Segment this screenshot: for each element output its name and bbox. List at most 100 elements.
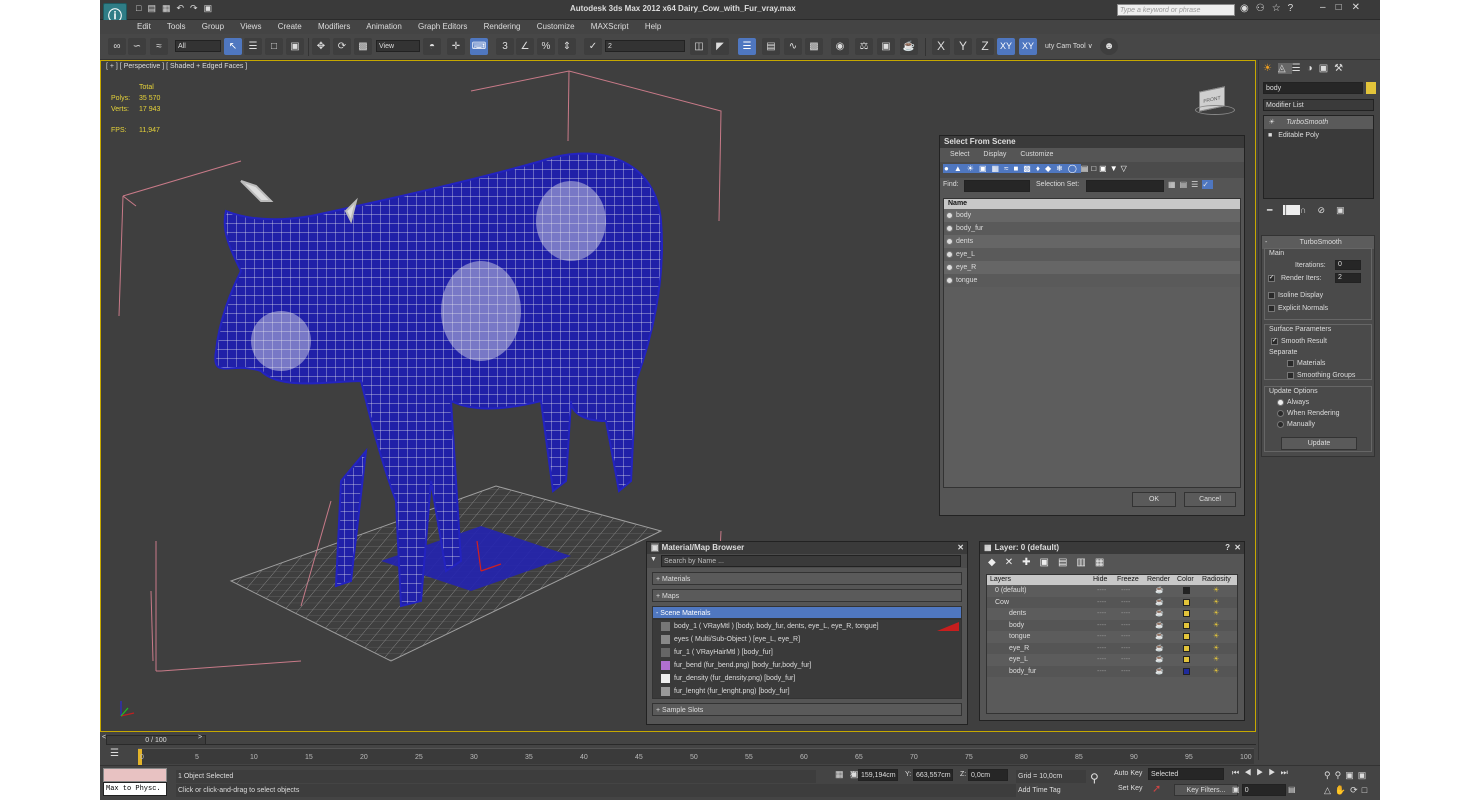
object-row-body-fur[interactable]: body_fur	[944, 222, 1240, 235]
minimize-icon[interactable]: –	[1320, 2, 1336, 13]
isoline-checkbox[interactable]	[1268, 291, 1275, 299]
object-color-swatch[interactable]	[1366, 82, 1376, 94]
remove-modifier-icon[interactable]: ⊘	[1318, 205, 1337, 215]
menu-animation[interactable]: Animation	[366, 22, 402, 31]
select-object-icon[interactable]: ↖	[224, 38, 242, 55]
material-item-fur1[interactable]: fur_1 ( VRayHairMtl ) [body_fur]	[661, 646, 961, 659]
menu-customize[interactable]: Customize	[537, 22, 575, 31]
when-rendering-radio[interactable]	[1277, 409, 1284, 417]
freeze-toggle[interactable]: ----	[1121, 585, 1130, 597]
funnel-options-icon[interactable]: ▽	[1121, 164, 1130, 173]
filter-xrefs-icon[interactable]: ▩	[1022, 164, 1035, 173]
window-crossing-icon[interactable]: ▣	[286, 38, 304, 55]
render-teapot-icon[interactable]: ☕	[1155, 608, 1164, 620]
selection-filter-dropdown[interactable]: All	[175, 40, 221, 52]
save-icon[interactable]: ▦	[162, 3, 177, 13]
move-icon[interactable]: ✥	[312, 38, 330, 55]
align-icon[interactable]: ◤	[711, 38, 729, 55]
menu-create[interactable]: Create	[278, 22, 302, 31]
maximize-icon[interactable]: □	[1336, 2, 1352, 13]
rotate-icon[interactable]: ⟳	[333, 38, 351, 55]
sync-selection-icon[interactable]: ✓	[1202, 180, 1213, 189]
perspective-viewport[interactable]: [ + ] [ Perspective ] [ Shaded + Edged F…	[100, 60, 1256, 732]
select-scene-menu-customize[interactable]: Customize	[1020, 151, 1053, 158]
render-teapot-icon[interactable]: ☕	[1155, 643, 1164, 655]
axis-y-button[interactable]: Y	[954, 38, 972, 55]
hide-all-icon[interactable]: ▥	[1076, 557, 1094, 568]
layer-color-swatch[interactable]	[1183, 610, 1190, 617]
materials-section[interactable]: + Materials	[652, 572, 962, 585]
layer-row[interactable]: body ---- ---- ☕ ☀	[987, 619, 1237, 631]
motion-tab-icon[interactable]: ◑	[1307, 63, 1319, 74]
percent-snap-icon[interactable]: %	[537, 38, 555, 55]
filter-hidden-icon[interactable]: ◯	[1066, 164, 1081, 173]
render-production-icon[interactable]: ☕	[900, 38, 918, 55]
close-icon[interactable]: ✕	[1234, 542, 1241, 554]
close-icon[interactable]: ✕	[1352, 2, 1370, 13]
edit-named-sel-icon[interactable]: ✓	[584, 38, 602, 55]
render-setup-icon[interactable]: ⚖	[855, 38, 873, 55]
col-hide[interactable]: Hide	[1093, 575, 1107, 585]
hide-toggle[interactable]: ----	[1097, 597, 1106, 609]
maximize-viewport-icon[interactable]: □	[1362, 785, 1371, 795]
menu-maxscript[interactable]: MAXScript	[591, 22, 629, 31]
make-unique-icon[interactable]: ∩	[1300, 205, 1317, 215]
col-radiosity[interactable]: Radiosity	[1202, 575, 1231, 585]
object-list-header[interactable]: Name	[944, 199, 1240, 209]
render-teapot-icon[interactable]: ☕	[1155, 631, 1164, 643]
extra-toolbar-label[interactable]: uty Cam Tool ∨	[1045, 42, 1093, 50]
modifier-list-dropdown[interactable]: Modifier List	[1263, 99, 1374, 111]
maxscript-mini-listener[interactable]	[103, 768, 167, 782]
goto-start-icon[interactable]: ⏮	[1232, 768, 1244, 777]
key-mode-toggle-icon[interactable]: ▣	[1232, 785, 1240, 794]
slider-next-icon[interactable]: >	[198, 734, 202, 741]
render-iters-checkbox[interactable]: ✓	[1268, 274, 1275, 282]
scale-icon[interactable]: ▩	[354, 38, 372, 55]
render-teapot-icon[interactable]: ☕	[1155, 666, 1164, 678]
highlight-layer-icon[interactable]: ▤	[1058, 557, 1076, 568]
maxscript-input[interactable]: Max to Physc.	[103, 782, 167, 796]
curve-editor-mini-icon[interactable]: ☰	[110, 748, 119, 759]
sort-icon[interactable]: ▦	[1168, 180, 1180, 189]
configure-sets-icon[interactable]: ▣	[1336, 205, 1356, 215]
curve-editor-icon[interactable]: ∿	[784, 38, 802, 55]
freeze-toggle[interactable]: ----	[1121, 631, 1130, 643]
ok-button[interactable]: OK	[1132, 492, 1176, 507]
menu-edit[interactable]: Edit	[137, 22, 151, 31]
select-scene-menu-select[interactable]: Select	[950, 151, 969, 158]
menu-group[interactable]: Group	[202, 22, 224, 31]
select-scene-menu-display[interactable]: Display	[983, 151, 1006, 158]
viewcube[interactable]: FRONT	[1195, 85, 1235, 115]
axis-xy-button[interactable]: XY	[997, 38, 1015, 55]
layer-color-swatch[interactable]	[1183, 621, 1190, 629]
materials-checkbox[interactable]	[1287, 359, 1294, 367]
layer-help-icon[interactable]: ?	[1225, 542, 1230, 554]
freeze-all-icon[interactable]: ▦	[1095, 557, 1113, 568]
select-in-layer-icon[interactable]: ▣	[1039, 557, 1057, 568]
y-coord-field[interactable]: 663,557cm	[913, 769, 953, 781]
axis-z-button[interactable]: Z	[976, 38, 994, 55]
hide-toggle[interactable]: ----	[1097, 585, 1106, 597]
hold-icon[interactable]: ▣	[204, 3, 219, 13]
schematic-view-icon[interactable]: ▩	[805, 38, 823, 55]
radiosity-icon[interactable]: ☀	[1213, 585, 1219, 597]
stack-turbosmooth[interactable]: ☀ TurboSmooth	[1264, 116, 1373, 129]
select-invert-icon[interactable]: ▣	[1099, 164, 1110, 173]
expand-icon[interactable]: ■	[1268, 132, 1272, 139]
hide-toggle[interactable]: ----	[1097, 608, 1106, 620]
radiosity-icon[interactable]: ☀	[1213, 643, 1219, 655]
select-none-icon[interactable]: □	[1091, 164, 1099, 173]
col-freeze[interactable]: Freeze	[1117, 575, 1139, 585]
filter-shapes-icon[interactable]: ▲	[952, 164, 966, 173]
layer-color-swatch[interactable]	[1183, 587, 1190, 594]
freeze-toggle[interactable]: ----	[1121, 597, 1130, 609]
hierarchy-tab-icon[interactable]: ☰	[1292, 63, 1307, 74]
layer-row[interactable]: Cow ---- ---- ☕ ☀	[987, 596, 1237, 609]
key-filters-button[interactable]: Key Filters...	[1174, 784, 1238, 796]
funnel-icon[interactable]: ▼	[1110, 164, 1121, 173]
stack-editable-poly[interactable]: ■ Editable Poly	[1264, 129, 1373, 142]
help-icon[interactable]: ?	[1288, 3, 1301, 14]
current-frame-field[interactable]: 0	[1241, 784, 1286, 796]
hide-toggle[interactable]: ----	[1097, 666, 1106, 678]
object-row-dents[interactable]: dents	[944, 235, 1240, 248]
